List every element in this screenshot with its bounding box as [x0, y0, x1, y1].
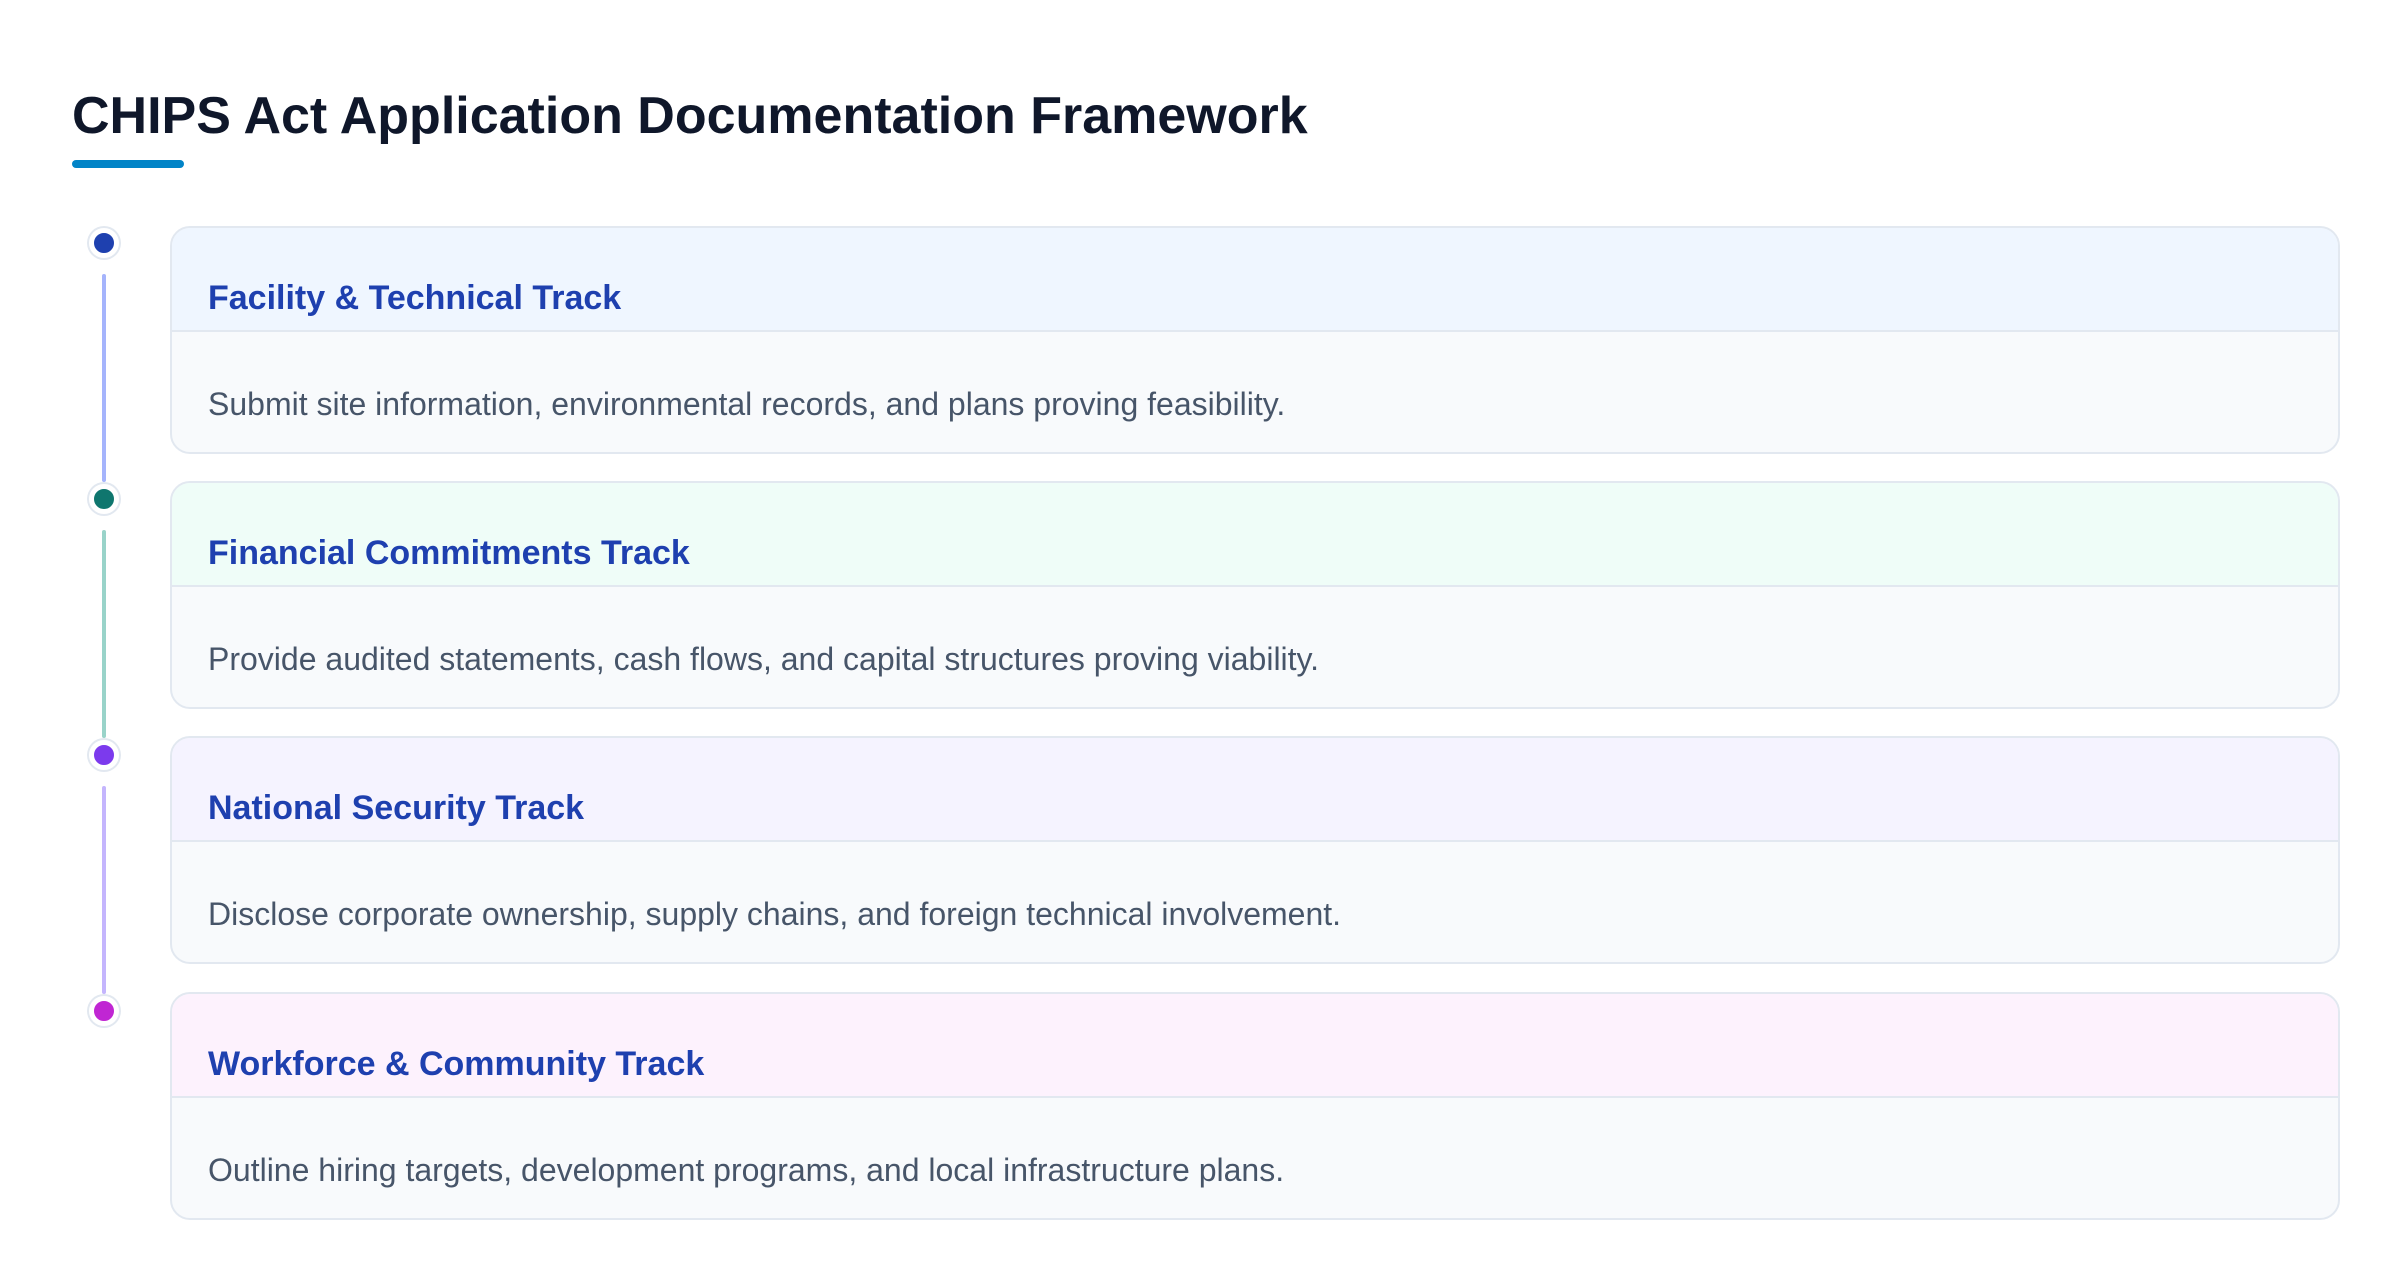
timeline-dot-financial — [89, 484, 119, 514]
track-card-facility: Facility & Technical Track Submit site i… — [170, 226, 2340, 454]
track-title: Workforce & Community Track — [208, 1045, 705, 1083]
track-description: Provide audited statements, cash flows, … — [208, 641, 1320, 677]
track-card-body: Outline hiring targets, development prog… — [172, 1098, 2338, 1218]
framework-page: CHIPS Act Application Documentation Fram… — [0, 0, 2400, 1288]
title-underline — [72, 160, 184, 168]
track-card-financial: Financial Commitments Track Provide audi… — [170, 481, 2340, 709]
track-card-body: Provide audited statements, cash flows, … — [172, 587, 2338, 707]
track-description: Disclose corporate ownership, supply cha… — [208, 896, 1342, 932]
track-description: Submit site information, environmental r… — [208, 386, 1286, 422]
timeline-dot-security — [89, 740, 119, 770]
timeline-connector-2 — [102, 530, 106, 738]
page-title: CHIPS Act Application Documentation Fram… — [72, 87, 1308, 145]
track-card-security: National Security Track Disclose corpora… — [170, 736, 2340, 964]
timeline-dot-workforce — [89, 996, 119, 1026]
track-description: Outline hiring targets, development prog… — [208, 1152, 1285, 1188]
timeline-connector-3 — [102, 786, 106, 994]
track-title: Facility & Technical Track — [208, 279, 622, 317]
track-card-workforce: Workforce & Community Track Outline hiri… — [170, 992, 2340, 1220]
track-card-header: Facility & Technical Track — [172, 228, 2338, 332]
track-card-header: Workforce & Community Track — [172, 994, 2338, 1098]
track-card-body: Submit site information, environmental r… — [172, 332, 2338, 452]
track-card-body: Disclose corporate ownership, supply cha… — [172, 842, 2338, 962]
timeline-dot-facility — [89, 228, 119, 258]
track-title: Financial Commitments Track — [208, 534, 690, 572]
track-card-header: National Security Track — [172, 738, 2338, 842]
timeline-connector-1 — [102, 274, 106, 482]
track-card-header: Financial Commitments Track — [172, 483, 2338, 587]
track-title: National Security Track — [208, 789, 585, 827]
